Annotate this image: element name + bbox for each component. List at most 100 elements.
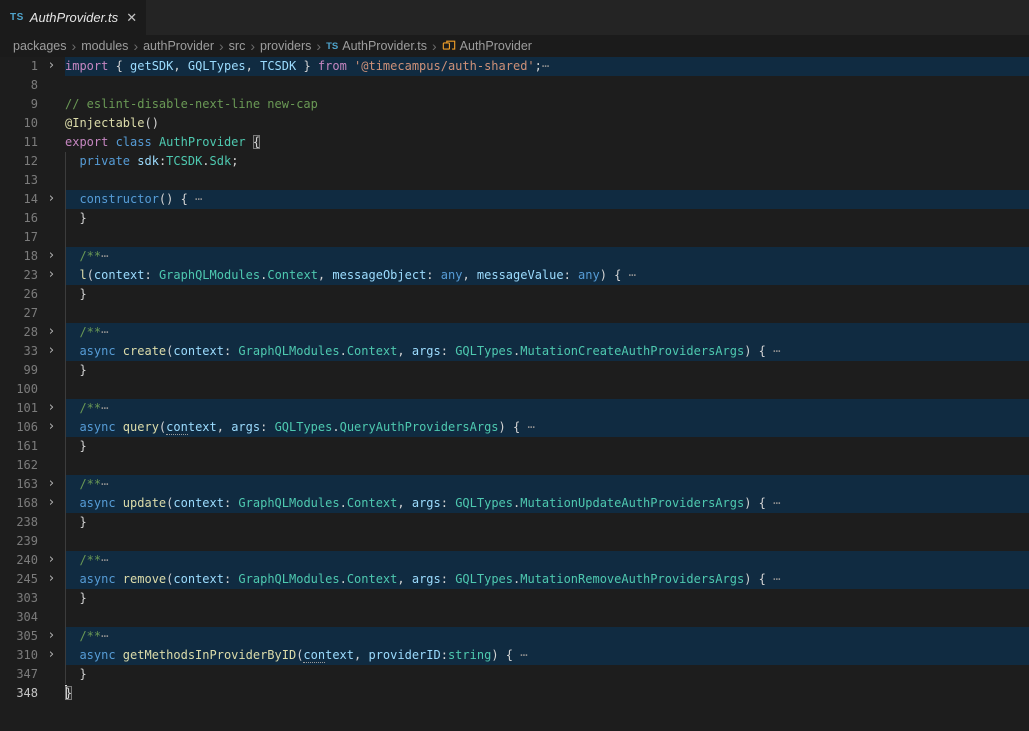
code-line-content[interactable]: } bbox=[65, 684, 1029, 703]
code-line-content[interactable] bbox=[65, 228, 1029, 247]
breadcrumb-item-authprovider[interactable]: authProvider bbox=[143, 39, 214, 53]
code-line[interactable]: 26 } bbox=[0, 285, 1029, 304]
code-line[interactable]: 303 } bbox=[0, 589, 1029, 608]
code-line-content[interactable]: /**⋯ bbox=[65, 323, 1029, 342]
code-line[interactable]: 18› /**⋯ bbox=[0, 247, 1029, 266]
code-line[interactable]: 9// eslint-disable-next-line new-cap bbox=[0, 95, 1029, 114]
code-line-content[interactable] bbox=[65, 456, 1029, 475]
code-line[interactable]: 13 bbox=[0, 171, 1029, 190]
code-line[interactable]: 163› /**⋯ bbox=[0, 475, 1029, 494]
code-line[interactable]: 28› /**⋯ bbox=[0, 323, 1029, 342]
folded-ellipsis[interactable]: ⋯ bbox=[101, 249, 109, 263]
code-line-content[interactable] bbox=[65, 532, 1029, 551]
code-line[interactable]: 162 bbox=[0, 456, 1029, 475]
close-icon[interactable]: ✕ bbox=[124, 10, 139, 26]
folded-ellipsis[interactable]: ⋯ bbox=[773, 344, 781, 358]
code-line-content[interactable] bbox=[65, 171, 1029, 190]
code-line[interactable]: 17 bbox=[0, 228, 1029, 247]
code-line-content[interactable]: import { getSDK, GQLTypes, TCSDK } from … bbox=[65, 57, 1029, 76]
code-line-content[interactable]: private sdk:TCSDK.Sdk; bbox=[65, 152, 1029, 171]
code-line[interactable]: 161 } bbox=[0, 437, 1029, 456]
code-line-content[interactable]: /**⋯ bbox=[65, 399, 1029, 418]
code-line[interactable]: 239 bbox=[0, 532, 1029, 551]
code-line[interactable]: 347 } bbox=[0, 665, 1029, 684]
folded-ellipsis[interactable]: ⋯ bbox=[527, 420, 535, 434]
folded-ellipsis[interactable]: ⋯ bbox=[195, 192, 203, 206]
folded-ellipsis[interactable]: ⋯ bbox=[542, 59, 550, 73]
folded-ellipsis[interactable]: ⋯ bbox=[629, 268, 637, 282]
code-line[interactable]: 240› /**⋯ bbox=[0, 551, 1029, 570]
code-line[interactable]: 27 bbox=[0, 304, 1029, 323]
fold-chevron-icon[interactable]: › bbox=[38, 323, 65, 342]
code-line-content[interactable]: } bbox=[65, 665, 1029, 684]
code-line[interactable]: 10@Injectable() bbox=[0, 114, 1029, 133]
code-line-content[interactable]: async create(context: GraphQLModules.Con… bbox=[65, 342, 1029, 361]
breadcrumb-item-packages[interactable]: packages bbox=[13, 39, 67, 53]
code-line[interactable]: 14› constructor() { ⋯ bbox=[0, 190, 1029, 209]
code-line[interactable]: 1›import { getSDK, GQLTypes, TCSDK } fro… bbox=[0, 57, 1029, 76]
code-line-content[interactable] bbox=[65, 380, 1029, 399]
code-line-content[interactable] bbox=[65, 608, 1029, 627]
fold-chevron-icon[interactable]: › bbox=[38, 494, 65, 513]
code-line[interactable]: 99 } bbox=[0, 361, 1029, 380]
folded-ellipsis[interactable]: ⋯ bbox=[773, 496, 781, 510]
code-line-content[interactable]: /**⋯ bbox=[65, 247, 1029, 266]
code-line[interactable]: 304 bbox=[0, 608, 1029, 627]
code-line-content[interactable]: } bbox=[65, 437, 1029, 456]
fold-chevron-icon[interactable]: › bbox=[38, 551, 65, 570]
folded-ellipsis[interactable]: ⋯ bbox=[101, 629, 109, 643]
code-line[interactable]: 168› async update(context: GraphQLModule… bbox=[0, 494, 1029, 513]
folded-ellipsis[interactable]: ⋯ bbox=[101, 477, 109, 491]
code-line-content[interactable]: async query(context, args: GQLTypes.Quer… bbox=[65, 418, 1029, 437]
code-line[interactable]: 16 } bbox=[0, 209, 1029, 228]
breadcrumb-item-authprovider[interactable]: AuthProvider bbox=[442, 39, 532, 53]
code-line-content[interactable]: l(context: GraphQLModules.Context, messa… bbox=[65, 266, 1029, 285]
code-line[interactable]: 310› async getMethodsInProviderByID(cont… bbox=[0, 646, 1029, 665]
code-line[interactable]: 12 private sdk:TCSDK.Sdk; bbox=[0, 152, 1029, 171]
folded-ellipsis[interactable]: ⋯ bbox=[101, 325, 109, 339]
code-line-content[interactable]: async update(context: GraphQLModules.Con… bbox=[65, 494, 1029, 513]
code-line-content[interactable]: } bbox=[65, 285, 1029, 304]
fold-chevron-icon[interactable]: › bbox=[38, 570, 65, 589]
code-line[interactable]: 305› /**⋯ bbox=[0, 627, 1029, 646]
code-line-content[interactable]: } bbox=[65, 209, 1029, 228]
folded-ellipsis[interactable]: ⋯ bbox=[101, 401, 109, 415]
code-line-content[interactable] bbox=[65, 76, 1029, 95]
code-line-content[interactable]: } bbox=[65, 361, 1029, 380]
fold-chevron-icon[interactable]: › bbox=[38, 190, 65, 209]
tab-authprovider[interactable]: TS AuthProvider.ts ✕ bbox=[0, 0, 146, 35]
code-line-content[interactable]: // eslint-disable-next-line new-cap bbox=[65, 95, 1029, 114]
fold-chevron-icon[interactable]: › bbox=[38, 57, 65, 76]
code-line[interactable]: 245› async remove(context: GraphQLModule… bbox=[0, 570, 1029, 589]
code-line[interactable]: 100 bbox=[0, 380, 1029, 399]
fold-chevron-icon[interactable]: › bbox=[38, 475, 65, 494]
code-line[interactable]: 23› l(context: GraphQLModules.Context, m… bbox=[0, 266, 1029, 285]
code-line-content[interactable]: /**⋯ bbox=[65, 475, 1029, 494]
code-line-content[interactable] bbox=[65, 304, 1029, 323]
code-line-content[interactable]: /**⋯ bbox=[65, 551, 1029, 570]
code-line[interactable]: 106› async query(context, args: GQLTypes… bbox=[0, 418, 1029, 437]
code-line[interactable]: 11export class AuthProvider { bbox=[0, 133, 1029, 152]
fold-chevron-icon[interactable]: › bbox=[38, 399, 65, 418]
code-line-content[interactable]: export class AuthProvider { bbox=[65, 133, 1029, 152]
code-line-content[interactable]: } bbox=[65, 513, 1029, 532]
fold-chevron-icon[interactable]: › bbox=[38, 646, 65, 665]
fold-chevron-icon[interactable]: › bbox=[38, 266, 65, 285]
breadcrumb-item-providers[interactable]: providers bbox=[260, 39, 311, 53]
code-line[interactable]: 33› async create(context: GraphQLModules… bbox=[0, 342, 1029, 361]
code-line-content[interactable]: async getMethodsInProviderByID(context, … bbox=[65, 646, 1029, 665]
code-line-content[interactable]: @Injectable() bbox=[65, 114, 1029, 133]
code-editor[interactable]: 1›import { getSDK, GQLTypes, TCSDK } fro… bbox=[0, 57, 1029, 731]
fold-chevron-icon[interactable]: › bbox=[38, 418, 65, 437]
code-line[interactable]: 348} bbox=[0, 684, 1029, 703]
fold-chevron-icon[interactable]: › bbox=[38, 342, 65, 361]
fold-chevron-icon[interactable]: › bbox=[38, 247, 65, 266]
folded-ellipsis[interactable]: ⋯ bbox=[520, 648, 528, 662]
code-line[interactable]: 238 } bbox=[0, 513, 1029, 532]
breadcrumb-item-modules[interactable]: modules bbox=[81, 39, 128, 53]
code-line-content[interactable]: } bbox=[65, 589, 1029, 608]
folded-ellipsis[interactable]: ⋯ bbox=[101, 553, 109, 567]
breadcrumb-item-src[interactable]: src bbox=[229, 39, 246, 53]
folded-ellipsis[interactable]: ⋯ bbox=[773, 572, 781, 586]
fold-chevron-icon[interactable]: › bbox=[38, 627, 65, 646]
